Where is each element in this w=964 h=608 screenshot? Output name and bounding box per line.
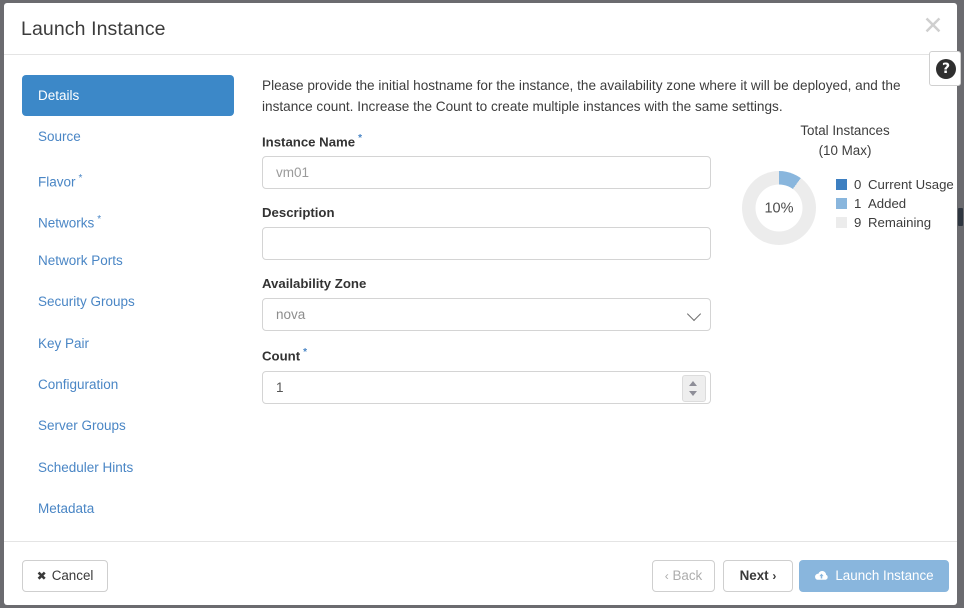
- sidebar-item-source[interactable]: Source: [22, 116, 234, 157]
- cancel-button[interactable]: ✖ Cancel: [22, 560, 108, 592]
- chevron-down-icon[interactable]: [689, 391, 697, 396]
- sidebar-item-label: Server Groups: [38, 418, 126, 433]
- sidebar-item-label: Scheduler Hints: [38, 460, 133, 475]
- launch-instance-dialog: Launch Instance ✕ ? DetailsSourceFlavor*…: [4, 3, 957, 605]
- count-field: Count*: [262, 347, 932, 403]
- required-marker: *: [97, 214, 101, 225]
- legend-value: 9: [854, 213, 863, 232]
- back-button[interactable]: ‹ Back: [652, 560, 715, 592]
- back-button-label: Back: [672, 568, 702, 583]
- chevron-left-icon: ‹: [665, 569, 669, 583]
- sidebar-item-networks[interactable]: Networks*: [22, 199, 234, 240]
- scrollbar-marker: [958, 208, 963, 226]
- quota-title: Total Instances (10 Max): [740, 121, 950, 161]
- count-input[interactable]: [262, 371, 711, 404]
- instance-name-input[interactable]: [262, 156, 711, 189]
- quota-chart-panel: Total Instances (10 Max) 10% 0Current Us…: [740, 121, 950, 271]
- next-button-label: Next: [740, 568, 769, 583]
- next-button[interactable]: Next ›: [723, 560, 793, 592]
- intro-text: Please provide the initial hostname for …: [262, 75, 929, 117]
- quota-percent-label: 10%: [756, 200, 803, 216]
- sidebar-item-network-ports[interactable]: Network Ports: [22, 240, 234, 281]
- sidebar-item-label: Network Ports: [38, 253, 123, 268]
- count-label: Count*: [262, 347, 932, 363]
- page-background-strip: [957, 0, 964, 608]
- legend-swatch: [836, 179, 847, 190]
- dialog-footer: ✖ Cancel ‹ Back Next › Launch Instance: [4, 542, 957, 605]
- sidebar-item-flavor[interactable]: Flavor*: [22, 158, 234, 199]
- help-button[interactable]: ?: [929, 51, 961, 86]
- legend-swatch: [836, 198, 847, 209]
- chevron-right-icon: ›: [772, 569, 776, 583]
- sidebar-item-label: Security Groups: [38, 294, 135, 309]
- quota-donut-chart: 10%: [742, 171, 816, 245]
- close-icon: ✖: [37, 569, 47, 583]
- close-icon[interactable]: ✕: [921, 15, 945, 39]
- sidebar-item-label: Key Pair: [38, 336, 89, 351]
- sidebar-item-scheduler-hints[interactable]: Scheduler Hints: [22, 447, 234, 488]
- sidebar-item-key-pair[interactable]: Key Pair: [22, 323, 234, 364]
- availability-zone-label: Availability Zone: [262, 276, 932, 291]
- legend-label: Current Usage: [868, 177, 954, 192]
- required-marker: *: [358, 133, 362, 144]
- quantity-stepper[interactable]: [682, 375, 706, 402]
- sidebar-item-label: Metadata: [38, 501, 94, 516]
- quota-legend: 0 Current Usage 1 Added 9 Remaining: [836, 175, 954, 232]
- sidebar-item-security-groups[interactable]: Security Groups: [22, 281, 234, 322]
- donut-hole: 10%: [756, 185, 803, 232]
- required-marker: *: [79, 173, 83, 184]
- legend-item: 1 Added: [836, 194, 954, 213]
- cloud-upload-icon: [814, 563, 829, 593]
- legend-value: 0: [854, 175, 863, 194]
- sidebar-item-configuration[interactable]: Configuration: [22, 364, 234, 405]
- legend-label: Remaining: [868, 215, 931, 230]
- sidebar-item-label: Source: [38, 129, 81, 144]
- sidebar-item-label: Flavor: [38, 174, 76, 189]
- sidebar-item-label: Details: [38, 88, 79, 103]
- wizard-step-nav: DetailsSourceFlavor*Networks*Network Por…: [22, 75, 234, 529]
- legend-label: Added: [868, 196, 906, 211]
- sidebar-item-label: Networks: [38, 215, 94, 230]
- legend-swatch: [836, 217, 847, 228]
- chevron-up-icon[interactable]: [689, 381, 697, 386]
- legend-item: 0 Current Usage: [836, 175, 954, 194]
- sidebar-item-metadata[interactable]: Metadata: [22, 488, 234, 529]
- required-marker: *: [303, 347, 307, 358]
- page-title: Launch Instance: [21, 18, 166, 41]
- availability-zone-field: Availability Zone nova: [262, 276, 932, 331]
- availability-zone-select[interactable]: nova: [262, 298, 711, 331]
- dialog-header: Launch Instance ✕: [4, 3, 957, 55]
- cancel-button-label: Cancel: [52, 568, 94, 583]
- sidebar-item-details[interactable]: Details: [22, 75, 234, 116]
- legend-value: 1: [854, 194, 863, 213]
- legend-item: 9 Remaining: [836, 213, 954, 232]
- question-mark-icon: ?: [936, 59, 956, 79]
- description-input[interactable]: [262, 227, 711, 260]
- launch-instance-button[interactable]: Launch Instance: [799, 560, 949, 592]
- sidebar-item-label: Configuration: [38, 377, 118, 392]
- sidebar-item-server-groups[interactable]: Server Groups: [22, 405, 234, 446]
- launch-instance-label: Launch Instance: [835, 568, 933, 583]
